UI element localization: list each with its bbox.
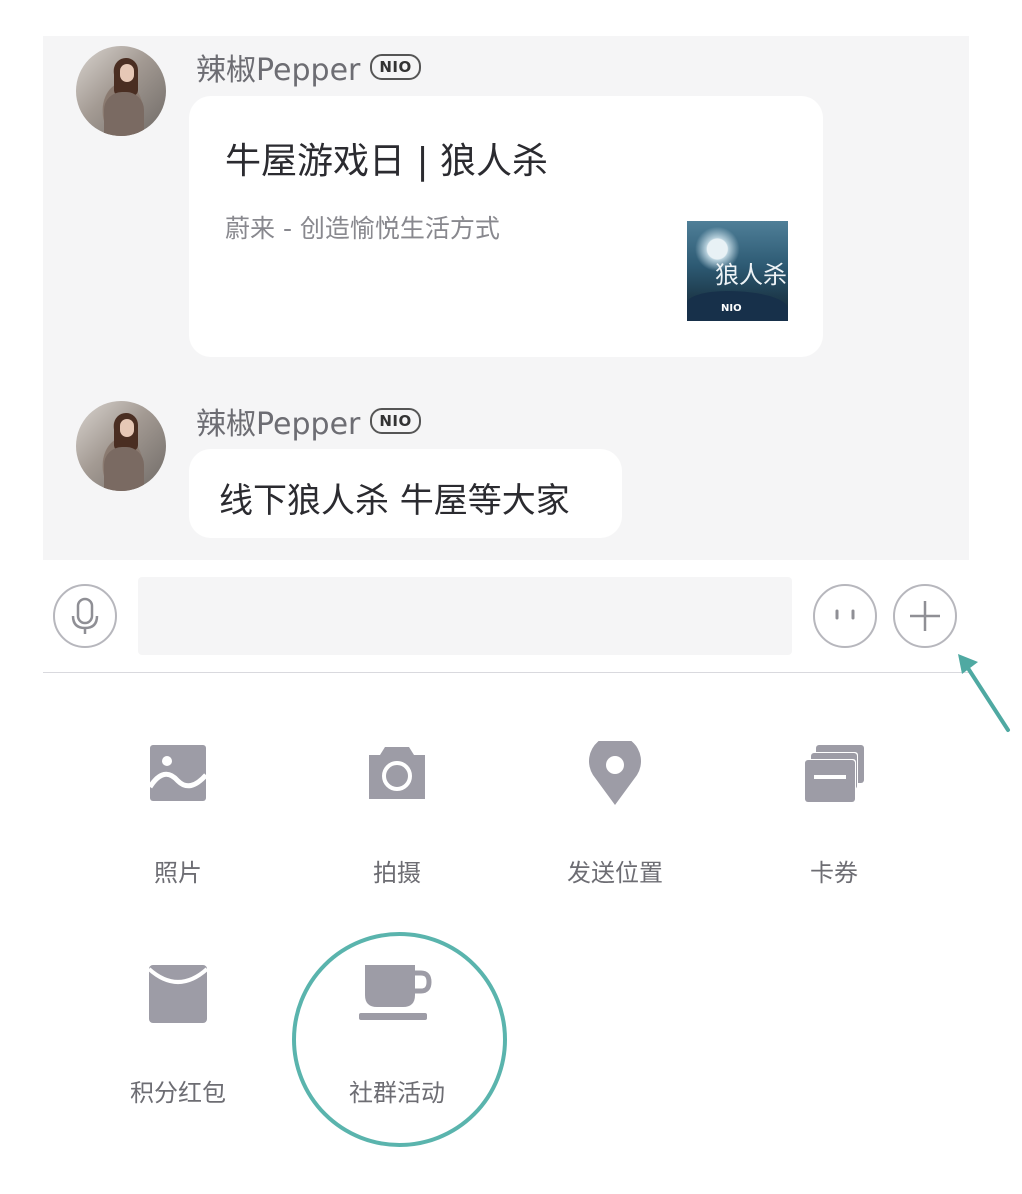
tool-label: 照片 <box>154 859 202 887</box>
tool-label: 积分红包 <box>130 1079 226 1107</box>
message-text: 线下狼人杀 牛屋等大家 <box>219 481 570 521</box>
text-message-bubble[interactable]: 线下狼人杀 牛屋等大家 <box>189 449 622 538</box>
input-bar <box>0 560 1022 672</box>
more-button[interactable] <box>893 584 957 648</box>
card-stack-icon <box>804 745 864 803</box>
emoji-button[interactable] <box>813 584 877 648</box>
thumb-title: 狼人杀 <box>715 261 787 289</box>
card-subtitle: 蔚来 - 创造愉悦生活方式 <box>225 214 500 243</box>
microphone-icon <box>71 597 99 634</box>
card-title: 牛屋游戏日 | 狼人杀 <box>225 141 549 182</box>
emoji-icon <box>835 609 855 620</box>
sender-name: 辣椒Pepper <box>196 53 361 88</box>
tool-label: 卡券 <box>810 859 858 887</box>
image-icon <box>147 745 208 801</box>
card-thumbnail: 狼人杀 NIO <box>687 221 788 321</box>
highlight-circle <box>292 932 507 1147</box>
tool-location[interactable]: 发送位置 <box>515 735 715 887</box>
camera-icon <box>369 747 425 799</box>
annotation-arrow-icon <box>958 654 1010 732</box>
event-card[interactable]: 牛屋游戏日 | 狼人杀 蔚来 - 创造愉悦生活方式 狼人杀 NIO <box>189 96 823 357</box>
tool-label: 发送位置 <box>567 859 663 887</box>
message-input[interactable] <box>138 577 792 655</box>
sender-avatar[interactable] <box>76 46 166 136</box>
sender-name-row: 辣椒Pepper NIO <box>196 47 421 88</box>
sender-name-row: 辣椒Pepper NIO <box>196 401 421 442</box>
tool-photo[interactable]: 照片 <box>78 741 278 887</box>
location-pin-icon <box>589 735 641 805</box>
sender-avatar[interactable] <box>76 401 166 491</box>
nio-badge: NIO <box>370 54 421 80</box>
plus-icon <box>910 601 940 631</box>
thumb-brand: NIO <box>721 303 742 314</box>
voice-button[interactable] <box>53 584 117 648</box>
tool-points-redpacket[interactable]: 积分红包 <box>78 961 278 1107</box>
tool-label: 拍摄 <box>373 859 421 887</box>
nio-badge: NIO <box>370 408 421 434</box>
tool-camera[interactable]: 拍摄 <box>297 741 497 887</box>
tool-coupon[interactable]: 卡券 <box>734 741 934 887</box>
divider <box>43 672 969 673</box>
red-packet-icon <box>147 965 209 1023</box>
sender-name: 辣椒Pepper <box>196 407 361 442</box>
